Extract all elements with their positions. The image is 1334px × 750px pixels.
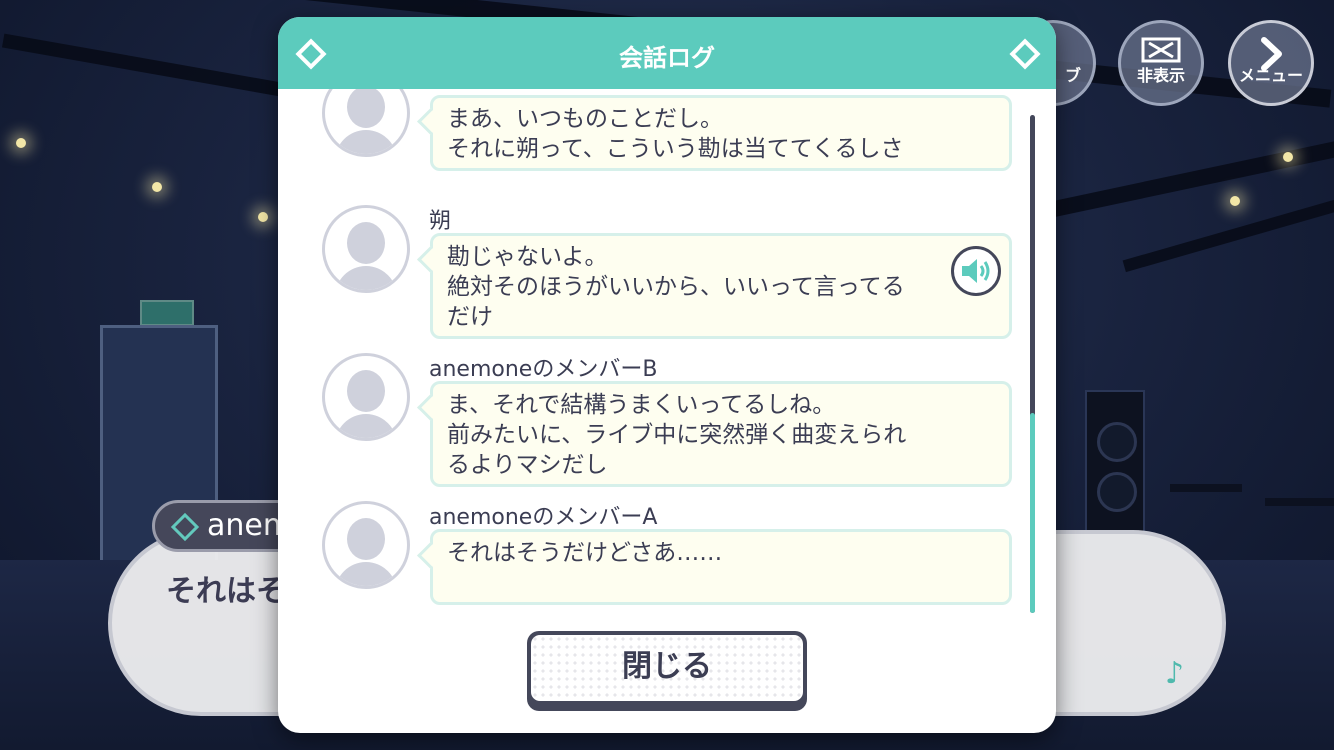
menu-button[interactable]: メニュー <box>1228 20 1314 106</box>
menu-button-label: メニュー <box>1238 66 1303 85</box>
log-list[interactable]: まあ、いつものことだし。 それに朔って、こういう勘は当ててくるしさ 朔 勘じゃな… <box>278 89 1056 625</box>
speaker-name: anemoneのメンバーB <box>429 357 658 382</box>
message-text: 勘じゃないよ。 絶対そのほうがいいから、いいって言ってる だけ <box>447 244 905 330</box>
speaker-icon <box>962 259 990 283</box>
dialogue-text: それはそ <box>166 574 286 609</box>
avatar <box>322 501 410 589</box>
message-bubble: 勘じゃないよ。 絶対そのほうがいいから、いいって言ってる だけ <box>417 233 1012 339</box>
avatar <box>322 89 410 157</box>
avatar <box>322 353 410 441</box>
avatar <box>322 205 410 293</box>
modal-header: 会話ログ <box>278 17 1056 89</box>
close-button[interactable]: 閉じる <box>527 631 807 711</box>
message-bubble: それはそうだけどさあ…… <box>417 529 1012 605</box>
speaker-name: anemoneのメンバーA <box>429 505 658 530</box>
message-bubble: ま、それで結構うまくいってるしね。 前みたいに、ライブ中に突然弾く曲変えられ る… <box>417 381 1012 487</box>
message-text: まあ、いつものことだし。 それに朔って、こういう勘は当ててくるしさ <box>447 106 904 162</box>
scrollbar-thumb[interactable] <box>1030 413 1035 613</box>
message-bubble: まあ、いつものことだし。 それに朔って、こういう勘は当ててくるしさ <box>417 95 1012 171</box>
modal-title: 会話ログ <box>619 44 715 72</box>
speaker-name: 朔 <box>429 209 452 234</box>
message-text: ま、それで結構うまくいってるしね。 前みたいに、ライブ中に突然弾く曲変えられ る… <box>447 392 907 478</box>
conversation-log-modal: 会話ログ まあ、いつものことだし。 それに朔って、こういう勘は当ててくるしさ 朔… <box>278 17 1056 733</box>
hide-button-label: 非表示 <box>1136 66 1185 85</box>
music-note-icon[interactable]: ♪ <box>1165 656 1184 691</box>
voice-play-button[interactable] <box>951 246 1001 296</box>
close-button-label: 閉じる <box>622 649 712 684</box>
log-button-label: ブ <box>1064 66 1081 85</box>
message-text: それはそうだけどさあ…… <box>447 540 723 566</box>
hide-button[interactable]: 非表示 <box>1118 20 1204 106</box>
diamond-icon <box>170 512 200 542</box>
